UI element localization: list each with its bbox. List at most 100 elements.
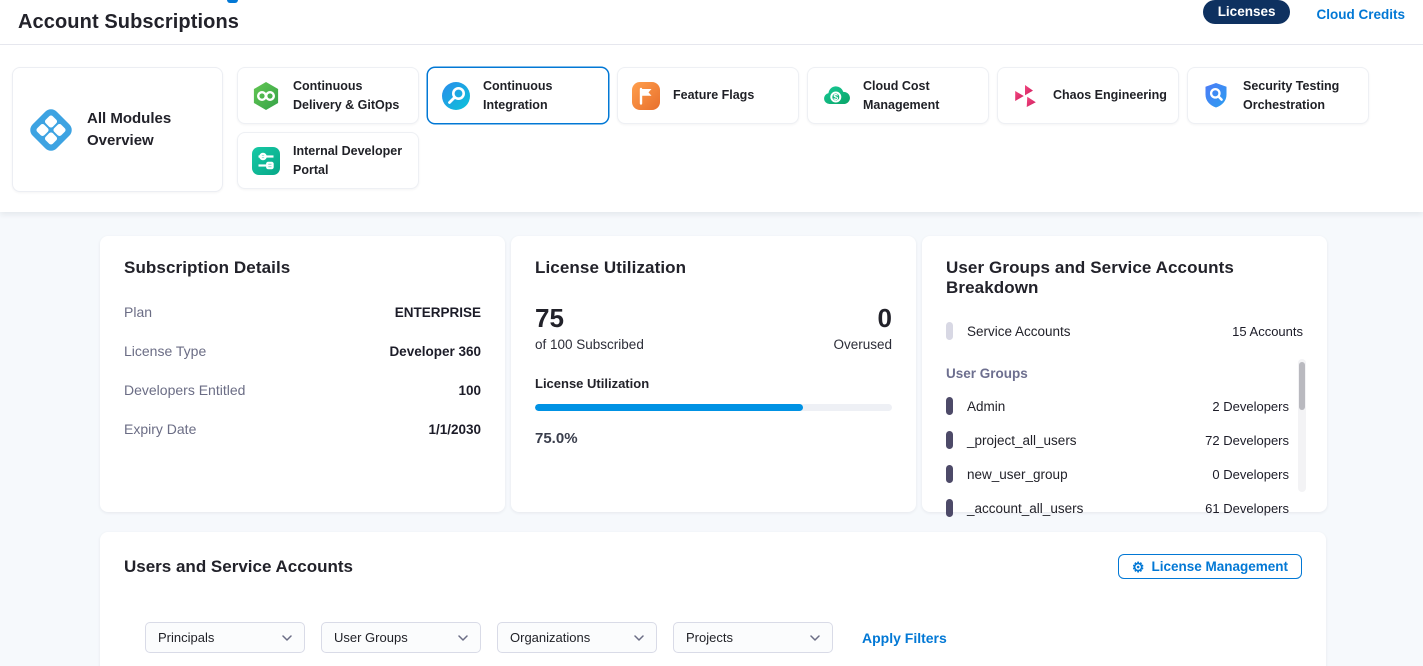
user-group-count: 2 Developers	[1212, 399, 1303, 414]
users-section-title: Users and Service Accounts	[124, 557, 353, 577]
detail-value: Developer 360	[389, 344, 481, 359]
subscription-details-card: Subscription Details Plan ENTERPRISE Lic…	[100, 236, 505, 512]
service-accounts-marker	[946, 322, 953, 340]
license-utilization-title: License Utilization	[535, 258, 892, 278]
module-grid: Continuous Delivery & GitOps Continuous …	[237, 67, 1397, 192]
module-label: Continuous Delivery & GitOps	[293, 77, 410, 113]
user-group-row: new_user_group 0 Developers	[946, 465, 1303, 483]
user-group-marker	[946, 465, 953, 483]
chevron-down-icon	[282, 635, 292, 641]
licenses-overused-count: 0	[833, 304, 892, 333]
cloud-cost-icon: $	[820, 80, 852, 112]
filters-row: Principals User Groups Organizations Pro…	[145, 622, 1302, 653]
module-card-continuous-integration[interactable]: Continuous Integration	[427, 67, 609, 124]
page-title: Account Subscriptions	[18, 11, 239, 34]
user-group-name: _project_all_users	[967, 433, 1077, 448]
detail-label: Developers Entitled	[124, 382, 245, 398]
cd-gitops-icon	[250, 80, 282, 112]
license-utilization-card: License Utilization 75 of 100 Subscribed…	[511, 236, 916, 512]
user-group-count: 0 Developers	[1212, 467, 1303, 482]
user-groups-filter-dropdown[interactable]: User Groups	[321, 622, 481, 653]
licenses-overused-caption: Overused	[833, 337, 892, 352]
module-label: Security Testing Orchestration	[1243, 77, 1360, 113]
gear-icon: ⚙	[1132, 560, 1145, 574]
detail-label: License Type	[124, 343, 206, 359]
all-modules-overview-card[interactable]: All Modules Overview	[12, 67, 223, 192]
detail-row-expiry-date: Expiry Date 1/1/2030	[124, 421, 481, 437]
top-clipped-icon	[227, 0, 238, 3]
summary-cards-row: Subscription Details Plan ENTERPRISE Lic…	[100, 236, 1423, 512]
groups-scrollbar-thumb[interactable]	[1299, 362, 1305, 410]
service-accounts-row: Service Accounts 15 Accounts	[946, 322, 1303, 340]
feature-flags-icon	[630, 80, 662, 112]
tab-licenses[interactable]: Licenses	[1203, 0, 1291, 24]
users-and-service-accounts-card: Users and Service Accounts ⚙ License Man…	[100, 532, 1326, 666]
groups-scrollbar[interactable]	[1298, 359, 1306, 492]
page-header: Account Subscriptions Licenses Cloud Cre…	[0, 0, 1423, 45]
header-tabs: Licenses Cloud Credits	[1203, 0, 1405, 24]
module-label: Chaos Engineering	[1053, 86, 1167, 104]
principals-filter-dropdown[interactable]: Principals	[145, 622, 305, 653]
chevron-down-icon	[634, 635, 644, 641]
user-groups-subheading: User Groups	[946, 366, 1303, 381]
detail-label: Expiry Date	[124, 421, 196, 437]
chevron-down-icon	[458, 635, 468, 641]
license-management-label: License Management	[1151, 559, 1288, 574]
internal-developer-portal-icon	[250, 145, 282, 177]
module-card-internal-developer-portal[interactable]: Internal Developer Portal	[237, 132, 419, 189]
module-label: Continuous Integration	[483, 77, 600, 113]
chaos-engineering-icon	[1010, 80, 1042, 112]
users-section-header: Users and Service Accounts ⚙ License Man…	[124, 554, 1302, 579]
utilization-percent: 75.0%	[535, 430, 892, 447]
module-card-cloud-cost[interactable]: $ Cloud Cost Management	[807, 67, 989, 124]
user-group-row: Admin 2 Developers	[946, 397, 1303, 415]
filter-label: Organizations	[510, 630, 590, 645]
user-group-name: Admin	[967, 399, 1005, 414]
licenses-used-caption: of 100 Subscribed	[535, 337, 644, 352]
user-group-count: 61 Developers	[1205, 501, 1303, 516]
module-card-cd-gitops[interactable]: Continuous Delivery & GitOps	[237, 67, 419, 124]
license-management-button[interactable]: ⚙ License Management	[1118, 554, 1302, 579]
continuous-integration-icon	[440, 80, 472, 112]
all-modules-icon	[27, 106, 75, 154]
user-group-row: _project_all_users 72 Developers	[946, 431, 1303, 449]
service-accounts-name: Service Accounts	[967, 324, 1071, 339]
tab-cloud-credits[interactable]: Cloud Credits	[1316, 3, 1405, 22]
utilization-progress-track	[535, 404, 892, 411]
filter-label: Principals	[158, 630, 214, 645]
detail-label: Plan	[124, 304, 152, 320]
module-card-feature-flags[interactable]: Feature Flags	[617, 67, 799, 124]
organizations-filter-dropdown[interactable]: Organizations	[497, 622, 657, 653]
user-group-count: 72 Developers	[1205, 433, 1303, 448]
detail-row-license-type: License Type Developer 360	[124, 343, 481, 359]
service-accounts-count: 15 Accounts	[1232, 324, 1303, 339]
all-modules-overview-label: All Modules Overview	[87, 108, 208, 152]
user-group-marker	[946, 397, 953, 415]
user-group-row: _account_all_users 61 Developers	[946, 499, 1303, 517]
svg-text:$: $	[833, 91, 838, 101]
subscription-details-title: Subscription Details	[124, 258, 481, 278]
licenses-used-count: 75	[535, 304, 644, 333]
chevron-down-icon	[810, 635, 820, 641]
breakdown-card: User Groups and Service Accounts Breakdo…	[922, 236, 1327, 512]
detail-value: 1/1/2030	[428, 422, 481, 437]
projects-filter-dropdown[interactable]: Projects	[673, 622, 833, 653]
user-group-name: new_user_group	[967, 467, 1068, 482]
module-label: Cloud Cost Management	[863, 77, 980, 113]
user-group-marker	[946, 431, 953, 449]
module-label: Feature Flags	[673, 86, 754, 104]
module-card-chaos-engineering[interactable]: Chaos Engineering	[997, 67, 1179, 124]
filter-label: Projects	[686, 630, 733, 645]
license-numbers: 75 of 100 Subscribed 0 Overused	[535, 304, 892, 352]
apply-filters-link[interactable]: Apply Filters	[862, 630, 947, 646]
utilization-progress-fill	[535, 404, 803, 411]
detail-value: ENTERPRISE	[395, 305, 481, 320]
modules-bar: All Modules Overview Continuous Delivery…	[0, 45, 1423, 212]
utilization-bar-label: License Utilization	[535, 376, 892, 391]
module-card-security-testing[interactable]: Security Testing Orchestration	[1187, 67, 1369, 124]
detail-value: 100	[458, 383, 481, 398]
module-label: Internal Developer Portal	[293, 142, 410, 178]
breakdown-title: User Groups and Service Accounts Breakdo…	[946, 258, 1303, 298]
security-testing-icon	[1200, 80, 1232, 112]
user-group-marker	[946, 499, 953, 517]
